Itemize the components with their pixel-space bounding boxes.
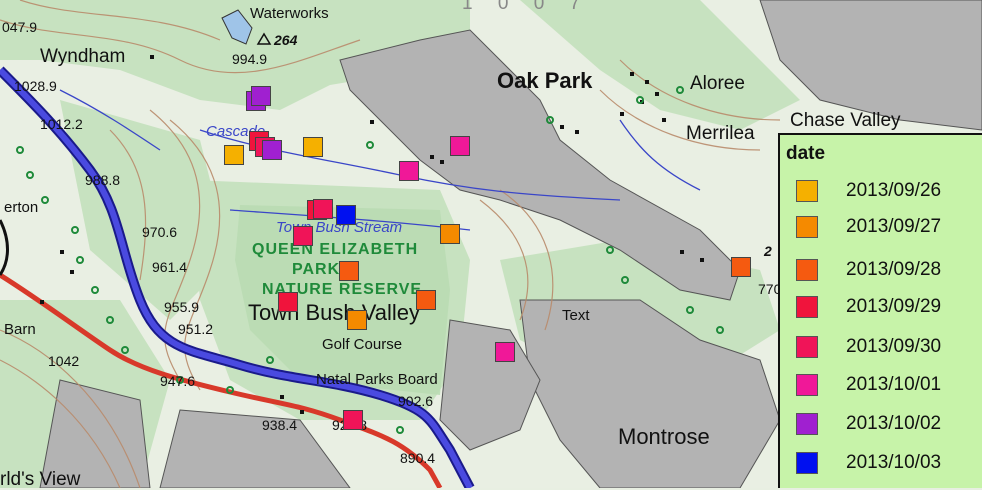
elevation-label: 988.8 [85, 172, 121, 188]
legend-label: 2013/09/29 [846, 296, 942, 317]
legend-entry: 2013/09/28 [796, 258, 941, 282]
observation-marker[interactable] [336, 205, 356, 225]
observation-marker[interactable] [343, 410, 363, 430]
observation-marker[interactable] [262, 140, 282, 160]
observation-marker[interactable] [440, 224, 460, 244]
observation-marker[interactable] [347, 310, 367, 330]
legend-swatch [796, 216, 818, 238]
place-label-wyndham: Wyndham [40, 46, 126, 67]
legend-swatch [796, 336, 818, 358]
legend-label: 2013/09/30 [846, 336, 942, 357]
legend-label: 2013/10/02 [846, 413, 942, 434]
legend-label: 2013/09/28 [846, 259, 942, 280]
observation-marker[interactable] [416, 290, 436, 310]
elevation-label: 1012.2 [40, 116, 83, 132]
place-label-natal-parks-board: Natal Parks Board [316, 371, 438, 388]
date-legend: date 2013/09/26 2013/09/27 2013/09/28 20… [778, 133, 982, 488]
legend-label: 2013/09/26 [846, 180, 942, 201]
legend-label: 2013/09/27 [846, 216, 942, 237]
observation-marker[interactable] [251, 86, 271, 106]
place-label-worlds-view: rld's View [0, 469, 81, 490]
observation-marker[interactable] [450, 136, 470, 156]
legend-entry: 2013/09/29 [796, 295, 941, 319]
observation-marker[interactable] [339, 261, 359, 281]
place-label-town-bush-valley: Town Bush Valley [248, 300, 421, 325]
legend-entry: 2013/10/02 [796, 412, 941, 436]
elevation-label: 970.6 [142, 224, 178, 240]
place-label-waterworks: Waterworks [250, 5, 329, 22]
elevation-label: 902.6 [398, 393, 434, 409]
observation-marker[interactable] [731, 257, 751, 277]
place-label-montrose: Montrose [618, 424, 710, 449]
observation-marker[interactable] [303, 137, 323, 157]
place-label-aloree: Aloree [690, 73, 745, 94]
legend-entry: 2013/09/30 [796, 335, 941, 359]
legend-swatch [796, 374, 818, 396]
elevation-label: 264 [274, 32, 298, 48]
legend-swatch [796, 413, 818, 435]
observation-marker[interactable] [224, 145, 244, 165]
legend-swatch [796, 452, 818, 474]
legend-swatch [796, 296, 818, 318]
elevation-label: 1042 [48, 353, 80, 369]
place-label-golf-course: Golf Course [322, 336, 403, 353]
reserve-label-line2: PARK [292, 261, 341, 278]
elevation-label: 947.6 [160, 373, 196, 389]
place-label-oak-park: Oak Park [497, 68, 593, 93]
legend-swatch [796, 259, 818, 281]
legend-entry: 2013/09/27 [796, 215, 941, 239]
place-label-chase-valley: Chase Valley [790, 110, 901, 131]
observation-marker[interactable] [278, 292, 298, 312]
elevation-label: 951.2 [178, 321, 214, 337]
observation-marker[interactable] [293, 226, 313, 246]
legend-swatch [796, 180, 818, 202]
top-fragment-label: 1 0 0 7 [462, 0, 591, 14]
place-label-text: Text [562, 307, 590, 324]
place-label-barn: Barn [4, 321, 36, 338]
elevation-label: 2 [764, 243, 772, 259]
legend-title: date [786, 143, 826, 164]
observation-marker[interactable] [495, 342, 515, 362]
elevation-label: 994.9 [232, 51, 268, 67]
legend-entry: 2013/10/03 [796, 451, 941, 475]
elevation-label: 961.4 [152, 259, 188, 275]
place-label-merrilea: Merrilea [686, 123, 755, 144]
elevation-label: 955.9 [164, 299, 200, 315]
observation-marker[interactable] [399, 161, 419, 181]
place-label-erton: erton [4, 199, 39, 216]
observation-marker[interactable] [313, 199, 333, 219]
reserve-label-line1: QUEEN ELIZABETH [252, 241, 419, 258]
elevation-label: 047.9 [2, 19, 38, 35]
legend-entry: 2013/09/26 [796, 179, 941, 203]
legend-entry: 2013/10/01 [796, 373, 941, 397]
legend-label: 2013/10/01 [846, 374, 942, 395]
elevation-label: 890.4 [400, 450, 436, 466]
elevation-label: 938.4 [262, 417, 298, 433]
elevation-label: 1028.9 [14, 78, 57, 94]
legend-label: 2013/10/03 [846, 452, 942, 473]
